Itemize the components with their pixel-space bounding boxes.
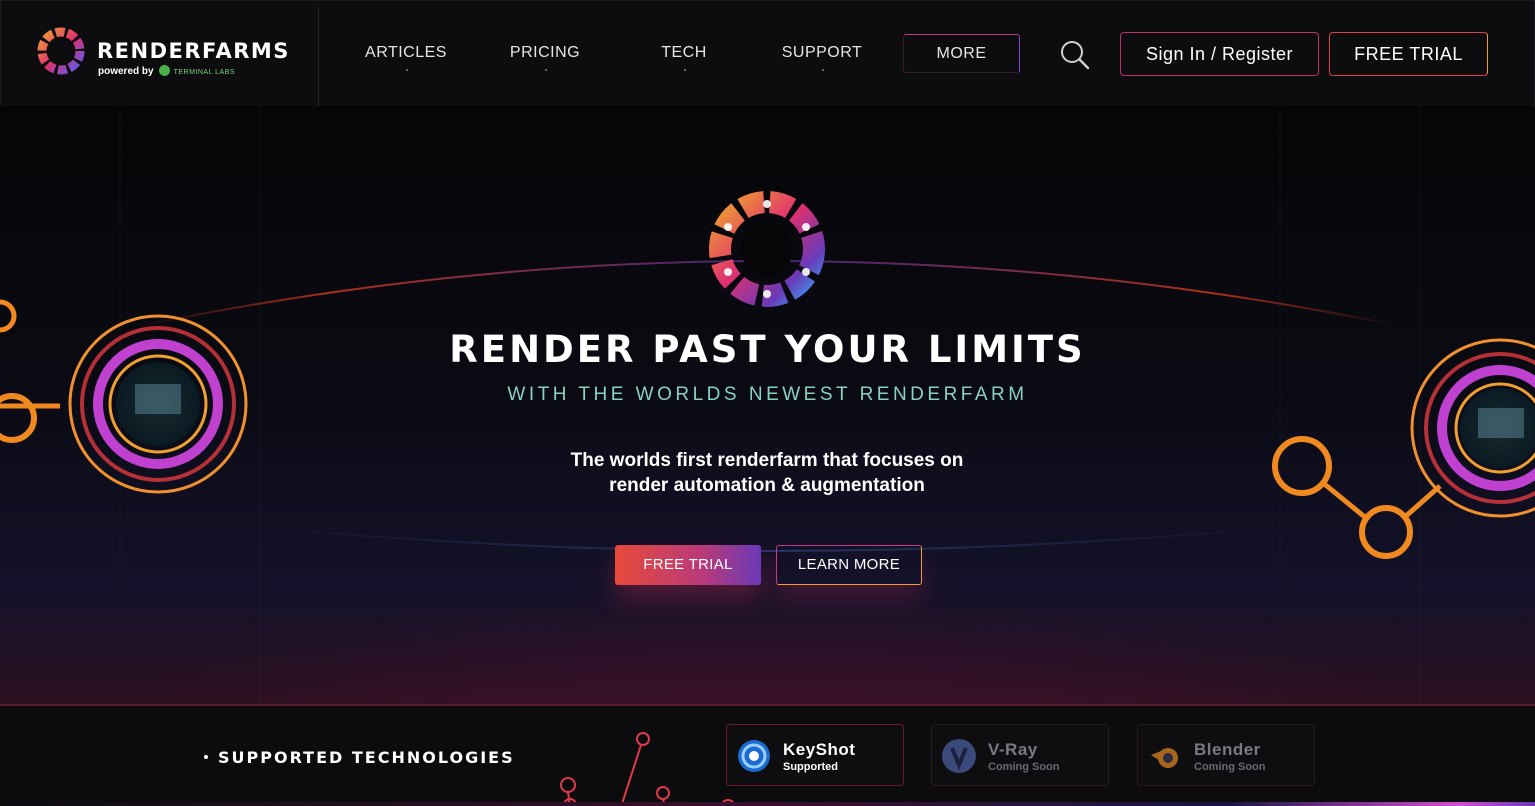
free-trial-hero-button[interactable]: FREE TRIAL bbox=[615, 545, 761, 585]
brand-name: RENDERFARMS bbox=[97, 39, 290, 63]
nav-indicator bbox=[545, 69, 547, 71]
tech-status: Coming Soon bbox=[988, 761, 1060, 773]
bottom-accent-strip bbox=[0, 802, 1535, 806]
free-trial-header-button[interactable]: FREE TRIAL bbox=[1329, 32, 1488, 76]
supported-technologies-section: SUPPORTED TECHNOLOGIES KeyShot Supported… bbox=[0, 707, 1535, 806]
brand-logo[interactable]: RENDERFARMS powered by TERMINAL LABS bbox=[35, 23, 305, 83]
nav-more[interactable]: MORE bbox=[903, 34, 1020, 73]
nav-indicator bbox=[822, 69, 824, 71]
tech-name: Blender bbox=[1194, 740, 1261, 759]
partner-name: TERMINAL LABS bbox=[173, 69, 236, 76]
signin-register-button[interactable]: Sign In / Register bbox=[1120, 32, 1319, 76]
hero-description-line1: The worlds first renderfarm that focuses… bbox=[570, 450, 964, 471]
header-divider bbox=[318, 7, 319, 107]
powered-by-text: powered by bbox=[98, 66, 154, 77]
nav-more-label: MORE bbox=[936, 45, 987, 62]
hero-description-line2: render automation & augmentation bbox=[609, 475, 925, 496]
nav-articles[interactable]: ARTICLES bbox=[356, 41, 456, 71]
hero-title: RENDER PAST YOUR LIMITS bbox=[449, 328, 1086, 371]
search-icon[interactable] bbox=[1059, 39, 1091, 71]
blender-icon bbox=[1151, 748, 1178, 768]
learn-more-button[interactable]: LEARN MORE bbox=[776, 545, 922, 585]
circuit-wires-graphic bbox=[560, 732, 736, 806]
tech-card-keyshot[interactable]: KeyShot Supported bbox=[726, 724, 904, 786]
nav-pricing-label: PRICING bbox=[509, 44, 581, 61]
supported-technologies-heading: SUPPORTED TECHNOLOGIES bbox=[204, 748, 515, 767]
tech-name: V-Ray bbox=[988, 740, 1038, 759]
tech-card-blender[interactable]: Blender Coming Soon bbox=[1137, 724, 1315, 786]
nav-articles-label: ARTICLES bbox=[365, 44, 447, 61]
nav-support-label: SUPPORT bbox=[781, 44, 863, 61]
nav-indicator bbox=[684, 69, 686, 71]
tech-name: KeyShot bbox=[783, 740, 856, 759]
hero-subtitle: WITH THE WORLDS NEWEST RENDERFARM bbox=[507, 384, 1028, 405]
vray-icon bbox=[942, 739, 976, 773]
nav-pricing[interactable]: PRICING bbox=[495, 41, 595, 71]
site-header: RENDERFARMS powered by TERMINAL LABS ARTI… bbox=[0, 0, 1535, 107]
hero-description: The worlds first renderfarm that focuses… bbox=[517, 448, 1017, 498]
tech-status: Coming Soon bbox=[1194, 761, 1266, 773]
terminal-labs-icon bbox=[158, 65, 170, 76]
brand-tagline: powered by TERMINAL LABS bbox=[98, 65, 235, 77]
nav-indicator bbox=[406, 69, 408, 71]
tech-status: Supported bbox=[783, 761, 838, 773]
bullet-icon bbox=[204, 755, 208, 759]
hero-logo-icon bbox=[709, 191, 825, 307]
keyshot-icon bbox=[738, 740, 770, 772]
renderfarms-logo-icon bbox=[37, 27, 85, 75]
supported-technologies-label: SUPPORTED TECHNOLOGIES bbox=[218, 748, 515, 767]
nav-support[interactable]: SUPPORT bbox=[772, 41, 872, 71]
nav-tech-label: TECH bbox=[661, 44, 707, 61]
hero-section: RENDER PAST YOUR LIMITS WITH THE WORLDS … bbox=[0, 106, 1535, 706]
nav-tech[interactable]: TECH bbox=[634, 41, 734, 71]
tech-card-vray[interactable]: V-Ray Coming Soon bbox=[931, 724, 1109, 786]
